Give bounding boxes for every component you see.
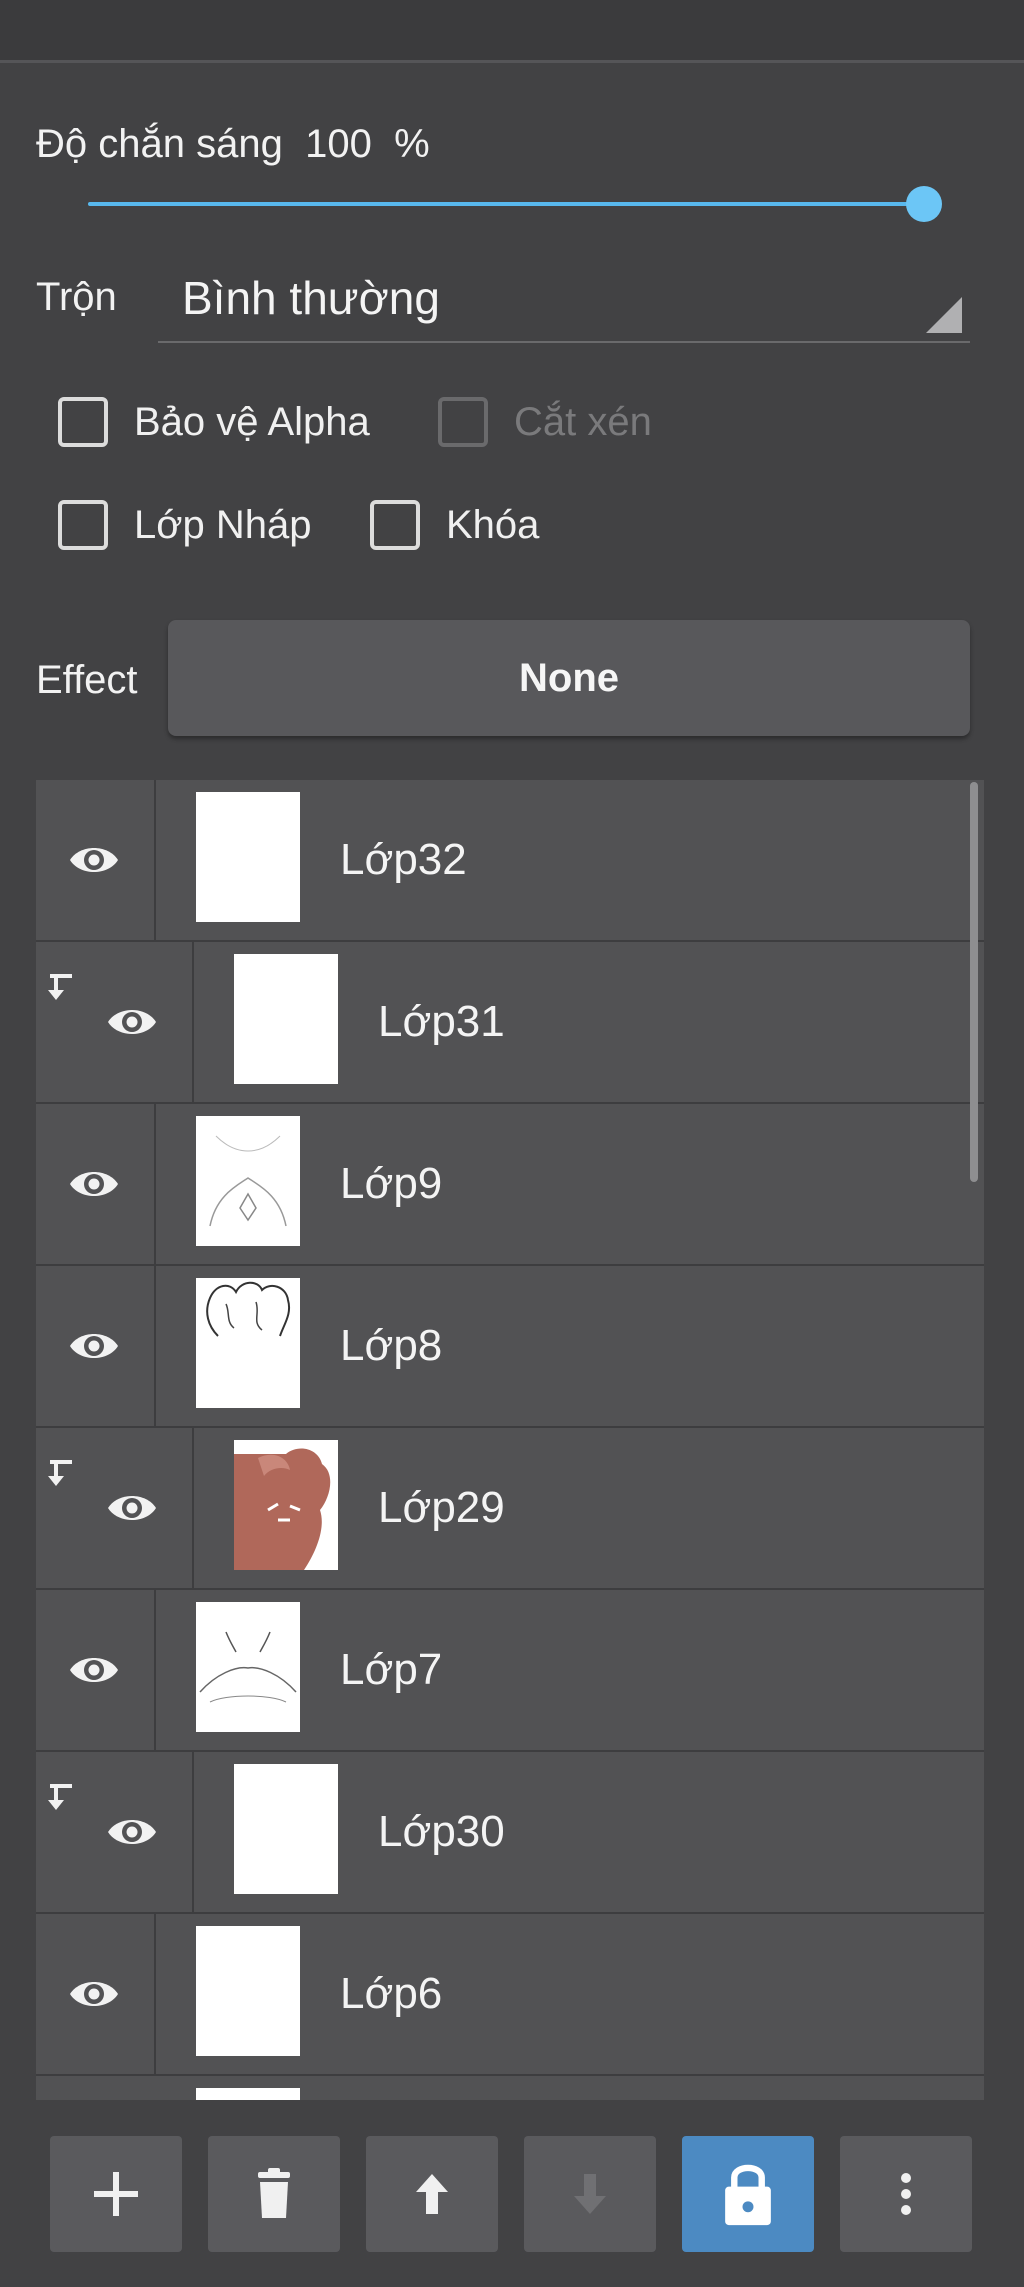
- layer-thumbnail[interactable]: [234, 1440, 338, 1570]
- layer-thumbnail[interactable]: [196, 2088, 300, 2100]
- arrow-down-icon: [560, 2164, 620, 2224]
- row-divider: [154, 1104, 156, 1264]
- layer-name: Lớp6: [340, 1969, 443, 2018]
- layer-row[interactable]: Lớp6: [36, 1914, 984, 2077]
- lock-layer-button[interactable]: [682, 2136, 814, 2252]
- opacity-value: 100: [305, 122, 372, 166]
- layer-thumbnail[interactable]: [234, 1764, 338, 1894]
- layer-row[interactable]: Lớp32: [36, 780, 984, 943]
- effect-button[interactable]: None: [168, 620, 970, 736]
- visibility-eye-icon[interactable]: [104, 1804, 160, 1860]
- checkbox-box[interactable]: [438, 397, 488, 447]
- visibility-eye-icon[interactable]: [104, 1480, 160, 1536]
- checkbox-box[interactable]: [58, 500, 108, 550]
- checkbox-box[interactable]: [370, 500, 420, 550]
- layer-row[interactable]: Lớp31: [36, 942, 984, 1105]
- visibility-eye-icon[interactable]: [66, 1966, 122, 2022]
- delete-layer-button[interactable]: [208, 2136, 340, 2252]
- trash-icon: [244, 2164, 304, 2224]
- visibility-eye-icon[interactable]: [66, 1318, 122, 1374]
- checkbox-box[interactable]: [58, 397, 108, 447]
- dropdown-caret-icon: [926, 297, 962, 333]
- layer-thumbnail[interactable]: [234, 954, 338, 1084]
- layer-toolbar: [0, 2120, 1024, 2287]
- layer-name: Lớp30: [378, 1807, 505, 1856]
- visibility-eye-icon[interactable]: [104, 994, 160, 1050]
- layer-row[interactable]: Lớp30: [36, 1752, 984, 1915]
- visibility-eye-icon[interactable]: [66, 832, 122, 888]
- layer-row[interactable]: Lớp9: [36, 1104, 984, 1267]
- layer-name: Lớp8: [340, 1321, 443, 1370]
- row-divider: [154, 1590, 156, 1750]
- clipping-indicator-icon: [44, 1456, 78, 1490]
- lock-label: Khóa: [446, 502, 540, 547]
- visibility-eye-icon[interactable]: [66, 1156, 122, 1212]
- layer-list[interactable]: Lớp32 Lớp31 Lớp9 Lớp8 Lớp29 Lớp7 Lớp30 Lớp6: [36, 780, 984, 2100]
- layer-thumbnail[interactable]: [196, 1116, 300, 1246]
- layer-row[interactable]: Lớp8: [36, 1266, 984, 1429]
- layer-name: Lớp31: [378, 997, 505, 1046]
- plus-icon: [86, 2164, 146, 2224]
- alpha-protect-label: Bảo vệ Alpha: [134, 399, 370, 444]
- layer-list-scrollbar[interactable]: [970, 782, 978, 1182]
- move-layer-down-button[interactable]: [524, 2136, 656, 2252]
- layer-thumbnail[interactable]: [196, 792, 300, 922]
- layer-name: Lớp32: [340, 835, 467, 884]
- row-divider: [154, 780, 156, 940]
- opacity-slider[interactable]: [88, 186, 942, 222]
- lock-checkbox[interactable]: Khóa: [370, 495, 539, 555]
- row-divider: [192, 1428, 194, 1588]
- row-divider: [192, 1752, 194, 1912]
- clipping-checkbox[interactable]: Cắt xén: [438, 392, 652, 452]
- more-options-button[interactable]: [840, 2136, 972, 2252]
- layer-name: Lớp9: [340, 1159, 443, 1208]
- layer-name: Lớp7: [340, 1645, 443, 1694]
- alpha-protect-checkbox[interactable]: Bảo vệ Alpha: [58, 392, 370, 452]
- layer-thumbnail[interactable]: [196, 1278, 300, 1408]
- visibility-eye-icon[interactable]: [66, 1642, 122, 1698]
- layer-name: Lớp29: [378, 1483, 505, 1532]
- opacity-slider-thumb[interactable]: [906, 186, 942, 222]
- row-divider: [192, 942, 194, 1102]
- layer-thumbnail[interactable]: [196, 1602, 300, 1732]
- draft-layer-label: Lớp Nháp: [134, 502, 312, 547]
- clipping-indicator-icon: [44, 1780, 78, 1814]
- opacity-label: Độ chắn sáng 100 %: [36, 122, 430, 167]
- more-vertical-icon: [876, 2164, 936, 2224]
- opacity-slider-track: [88, 202, 930, 206]
- row-divider: [154, 1266, 156, 1426]
- opacity-label-text: Độ chắn sáng: [36, 122, 283, 166]
- effect-label: Effect: [36, 658, 138, 702]
- layer-row[interactable]: Lớp29: [36, 1428, 984, 1591]
- opacity-unit: %: [394, 122, 430, 166]
- arrow-up-icon: [402, 2164, 462, 2224]
- move-layer-up-button[interactable]: [366, 2136, 498, 2252]
- layer-row[interactable]: Lớp7: [36, 1590, 984, 1753]
- blend-mode-label: Trộn: [36, 275, 117, 319]
- blend-mode-select[interactable]: Bình thường: [158, 255, 970, 343]
- clipping-indicator-icon: [44, 970, 78, 1004]
- layer-thumbnail[interactable]: [196, 1926, 300, 2056]
- layer-row-partial[interactable]: [36, 2076, 984, 2100]
- top-bar: [0, 0, 1024, 63]
- blend-mode-value: Bình thường: [182, 272, 440, 324]
- draft-layer-checkbox[interactable]: Lớp Nháp: [58, 495, 311, 555]
- row-divider: [154, 1914, 156, 2074]
- clipping-label: Cắt xén: [514, 399, 652, 444]
- add-layer-button[interactable]: [50, 2136, 182, 2252]
- lock-icon: [716, 2157, 780, 2231]
